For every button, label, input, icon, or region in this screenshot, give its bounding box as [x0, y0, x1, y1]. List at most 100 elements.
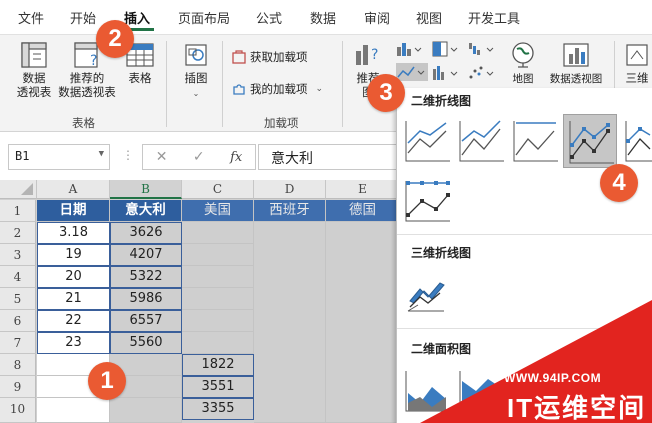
statistic-chart-icon[interactable]: [432, 65, 458, 81]
area-chart-option[interactable]: [401, 364, 451, 414]
column-header-a[interactable]: A: [37, 180, 110, 199]
illustrations-button[interactable]: 插图 ⌄: [176, 41, 216, 101]
insert-function-icon[interactable]: fx: [230, 150, 242, 165]
pivot-chart-label: 数据透视图: [549, 73, 603, 85]
column-header-d[interactable]: D: [254, 180, 326, 199]
table-cell[interactable]: 19: [37, 244, 110, 266]
stacked-line-thumbnail-icon: [459, 120, 504, 162]
row-header[interactable]: 7: [0, 332, 36, 354]
empty-cell[interactable]: [182, 244, 254, 266]
row-header[interactable]: 10: [0, 398, 36, 423]
empty-cell[interactable]: [110, 398, 182, 423]
chevron-down-icon: ⌄: [315, 84, 324, 94]
tab-home[interactable]: 开始: [70, 8, 96, 27]
3d-map-button[interactable]: 三维: [622, 41, 652, 85]
row-header[interactable]: 6: [0, 310, 36, 332]
3d-map-label: 三维: [625, 71, 649, 85]
map-button[interactable]: 地图: [508, 41, 538, 86]
get-addins-button[interactable]: 获取加载项: [232, 49, 308, 65]
enter-icon[interactable]: ✓: [193, 149, 205, 165]
line-chart-thumbnail-icon: [405, 121, 450, 162]
worksheet-grid[interactable]: A B C D E 1 2 3 4 5 6 7 8 9 10 日期 意大利 美国…: [0, 180, 400, 423]
row-header[interactable]: 5: [0, 288, 36, 310]
row-header[interactable]: 2: [0, 222, 36, 244]
gallery-section-3d-line: 三维折线图: [411, 246, 472, 260]
pivot-chart-button[interactable]: 数据透视图: [544, 41, 608, 86]
line-chart-option[interactable]: [401, 114, 451, 164]
empty-cell[interactable]: [182, 222, 254, 244]
empty-cell[interactable]: [182, 266, 254, 288]
table-header-cell[interactable]: 日期: [37, 200, 110, 222]
table-cell[interactable]: 3355: [182, 398, 254, 420]
select-all-corner[interactable]: [0, 180, 37, 199]
column-header-b[interactable]: B: [110, 180, 182, 199]
stacked-area-chart-option[interactable]: [455, 364, 505, 414]
stacked-line-chart-option[interactable]: [455, 114, 505, 164]
empty-cell[interactable]: [182, 288, 254, 310]
table-cell[interactable]: 23: [37, 332, 110, 354]
store-icon: [232, 50, 246, 64]
tab-developer[interactable]: 开发工具: [468, 8, 520, 27]
table-cell[interactable]: 3.18: [37, 222, 110, 244]
row-header[interactable]: 1: [0, 200, 36, 222]
tab-data[interactable]: 数据: [310, 8, 336, 27]
recommended-pivot-label-2: 数据透视表: [58, 85, 116, 99]
formula-input[interactable]: 意大利: [258, 144, 400, 170]
table-cell[interactable]: 5322: [110, 266, 182, 288]
cancel-icon[interactable]: ✕: [156, 149, 168, 165]
table-cell[interactable]: 4207: [110, 244, 182, 266]
row-header[interactable]: 9: [0, 376, 36, 398]
table-cell[interactable]: 6557: [110, 310, 182, 332]
tab-page-layout[interactable]: 页面布局: [178, 8, 230, 27]
watermark-name: IT运维空间: [507, 393, 647, 423]
waterfall-chart-icon[interactable]: [468, 41, 494, 57]
stacked-area-thumbnail-icon: [459, 371, 504, 412]
table-cell[interactable]: 5986: [110, 288, 182, 310]
name-box[interactable]: B1 ▼: [8, 144, 110, 170]
tab-view[interactable]: 视图: [416, 8, 442, 27]
empty-cell[interactable]: [182, 310, 254, 332]
table-cell[interactable]: 5560: [110, 332, 182, 354]
row-header[interactable]: 3: [0, 244, 36, 266]
empty-column-d[interactable]: [254, 222, 326, 423]
tab-review[interactable]: 审阅: [364, 8, 390, 27]
empty-cell[interactable]: [37, 398, 110, 423]
line-chart-icon[interactable]: [396, 63, 428, 81]
column-header-c[interactable]: C: [182, 180, 254, 199]
table-header-cell[interactable]: 德国: [326, 200, 400, 222]
stacked-line-markers-option[interactable]: [621, 114, 652, 164]
formula-bar-grip[interactable]: ⋮: [122, 148, 134, 162]
column-chart-icon[interactable]: [396, 41, 422, 57]
table-cell[interactable]: 22: [37, 310, 110, 332]
scatter-chart-icon[interactable]: [468, 65, 494, 81]
percent-line-markers-option[interactable]: [401, 174, 451, 224]
3d-line-chart-option[interactable]: [401, 266, 451, 316]
my-addins-button[interactable]: 我的加载项 ⌄: [232, 81, 323, 97]
table-cell[interactable]: 3626: [110, 222, 182, 244]
table-header-cell[interactable]: 美国: [182, 200, 254, 222]
globe-icon: [512, 42, 534, 68]
chevron-down-icon[interactable]: ▼: [99, 149, 104, 159]
table-header-cell[interactable]: 意大利: [110, 200, 182, 222]
row-header[interactable]: 4: [0, 266, 36, 288]
table-header-cell[interactable]: 西班牙: [254, 200, 326, 222]
table-cell[interactable]: 1822: [182, 354, 254, 376]
pivot-table-button[interactable]: 数据 透视表: [12, 41, 56, 99]
hierarchy-chart-icon[interactable]: [432, 41, 458, 57]
table-cell[interactable]: 3551: [182, 376, 254, 398]
tab-file[interactable]: 文件: [18, 8, 44, 27]
table-cell[interactable]: 20: [37, 266, 110, 288]
illustrations-label: 插图: [184, 71, 208, 85]
row-header[interactable]: 8: [0, 354, 36, 376]
line-with-markers-option[interactable]: [563, 114, 617, 168]
column-header-e[interactable]: E: [326, 180, 400, 199]
chevron-down-icon: ⌄: [192, 89, 200, 98]
formula-controls: ✕ ✓ fx: [142, 144, 256, 170]
percent-stacked-line-option[interactable]: [509, 114, 559, 164]
table-cell[interactable]: 21: [37, 288, 110, 310]
empty-cell[interactable]: [182, 332, 254, 354]
3d-map-icon: [626, 44, 648, 66]
percent-line-thumbnail-icon: [513, 121, 558, 162]
tab-formulas[interactable]: 公式: [256, 8, 282, 27]
empty-column-e[interactable]: [326, 222, 400, 423]
